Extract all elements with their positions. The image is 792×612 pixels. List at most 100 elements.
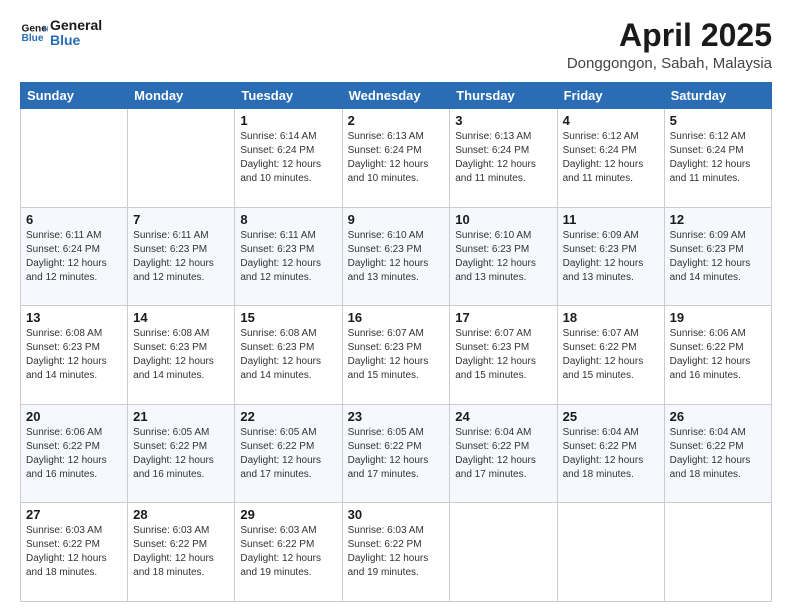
logo: General Blue General Blue — [20, 18, 102, 49]
day-info: Sunrise: 6:05 AM Sunset: 6:22 PM Dayligh… — [348, 426, 445, 482]
day-number: 2 — [348, 113, 445, 128]
day-info: Sunrise: 6:10 AM Sunset: 6:23 PM Dayligh… — [455, 229, 551, 285]
subtitle: Donggongon, Sabah, Malaysia — [567, 55, 772, 72]
day-info: Sunrise: 6:11 AM Sunset: 6:23 PM Dayligh… — [133, 229, 229, 285]
day-info: Sunrise: 6:13 AM Sunset: 6:24 PM Dayligh… — [455, 130, 551, 186]
day-info: Sunrise: 6:09 AM Sunset: 6:23 PM Dayligh… — [670, 229, 766, 285]
calendar-cell: 20 Sunrise: 6:06 AM Sunset: 6:22 PM Dayli… — [21, 404, 128, 503]
calendar-cell: 26 Sunrise: 6:04 AM Sunset: 6:22 PM Dayli… — [664, 404, 771, 503]
day-info: Sunrise: 6:12 AM Sunset: 6:24 PM Dayligh… — [563, 130, 659, 186]
calendar-cell: 2Sunrise: 6:13 AM Sunset: 6:24 PM Daylig… — [342, 109, 450, 208]
day-number: 27 — [26, 507, 122, 522]
calendar-cell — [21, 109, 128, 208]
day-number: 15 — [240, 310, 336, 325]
day-info: Sunrise: 6:14 AM Sunset: 6:24 PM Dayligh… — [240, 130, 336, 186]
calendar-week-3: 13 Sunrise: 6:08 AM Sunset: 6:23 PM Dayli… — [21, 306, 772, 405]
header-friday: Friday — [557, 83, 664, 109]
calendar-cell — [128, 109, 235, 208]
logo-blue: Blue — [50, 33, 102, 48]
day-info: Sunrise: 6:06 AM Sunset: 6:22 PM Dayligh… — [26, 426, 122, 482]
header: General Blue General Blue April 2025 Don… — [20, 18, 772, 72]
calendar-cell: 11 Sunrise: 6:09 AM Sunset: 6:23 PM Dayli… — [557, 207, 664, 306]
day-number: 18 — [563, 310, 659, 325]
day-info: Sunrise: 6:08 AM Sunset: 6:23 PM Dayligh… — [26, 327, 122, 383]
day-number: 20 — [26, 409, 122, 424]
calendar-cell: 12Sunrise: 6:09 AM Sunset: 6:23 PM Dayli… — [664, 207, 771, 306]
day-number: 8 — [240, 212, 336, 227]
calendar-cell: 14 Sunrise: 6:08 AM Sunset: 6:23 PM Dayli… — [128, 306, 235, 405]
day-info: Sunrise: 6:07 AM Sunset: 6:23 PM Dayligh… — [455, 327, 551, 383]
day-info: Sunrise: 6:11 AM Sunset: 6:23 PM Dayligh… — [240, 229, 336, 285]
day-info: Sunrise: 6:03 AM Sunset: 6:22 PM Dayligh… — [133, 524, 229, 580]
calendar-week-2: 6Sunrise: 6:11 AM Sunset: 6:24 PM Daylig… — [21, 207, 772, 306]
page: General Blue General Blue April 2025 Don… — [0, 0, 792, 612]
day-info: Sunrise: 6:04 AM Sunset: 6:22 PM Dayligh… — [670, 426, 766, 482]
calendar-cell: 16Sunrise: 6:07 AM Sunset: 6:23 PM Dayli… — [342, 306, 450, 405]
day-number: 26 — [670, 409, 766, 424]
day-number: 14 — [133, 310, 229, 325]
calendar-cell: 23 Sunrise: 6:05 AM Sunset: 6:22 PM Dayli… — [342, 404, 450, 503]
day-info: Sunrise: 6:04 AM Sunset: 6:22 PM Dayligh… — [455, 426, 551, 482]
calendar-cell: 28 Sunrise: 6:03 AM Sunset: 6:22 PM Dayli… — [128, 503, 235, 602]
calendar-cell: 24 Sunrise: 6:04 AM Sunset: 6:22 PM Dayli… — [450, 404, 557, 503]
calendar-cell: 1 Sunrise: 6:14 AM Sunset: 6:24 PM Daylig… — [235, 109, 342, 208]
day-number: 1 — [240, 113, 336, 128]
header-monday: Monday — [128, 83, 235, 109]
day-number: 5 — [670, 113, 766, 128]
header-thursday: Thursday — [450, 83, 557, 109]
day-number: 10 — [455, 212, 551, 227]
day-number: 17 — [455, 310, 551, 325]
calendar-cell: 25Sunrise: 6:04 AM Sunset: 6:22 PM Dayli… — [557, 404, 664, 503]
header-wednesday: Wednesday — [342, 83, 450, 109]
day-info: Sunrise: 6:11 AM Sunset: 6:24 PM Dayligh… — [26, 229, 122, 285]
day-info: Sunrise: 6:08 AM Sunset: 6:23 PM Dayligh… — [240, 327, 336, 383]
calendar-cell: 15 Sunrise: 6:08 AM Sunset: 6:23 PM Dayli… — [235, 306, 342, 405]
calendar-week-1: 1 Sunrise: 6:14 AM Sunset: 6:24 PM Daylig… — [21, 109, 772, 208]
calendar-cell — [557, 503, 664, 602]
calendar-cell: 7 Sunrise: 6:11 AM Sunset: 6:23 PM Daylig… — [128, 207, 235, 306]
calendar-cell: 18Sunrise: 6:07 AM Sunset: 6:22 PM Dayli… — [557, 306, 664, 405]
calendar-cell: 10 Sunrise: 6:10 AM Sunset: 6:23 PM Dayli… — [450, 207, 557, 306]
calendar-cell: 5 Sunrise: 6:12 AM Sunset: 6:24 PM Daylig… — [664, 109, 771, 208]
calendar-table: Sunday Monday Tuesday Wednesday Thursday… — [20, 82, 772, 602]
day-number: 30 — [348, 507, 445, 522]
day-number: 28 — [133, 507, 229, 522]
day-info: Sunrise: 6:03 AM Sunset: 6:22 PM Dayligh… — [240, 524, 336, 580]
day-number: 29 — [240, 507, 336, 522]
calendar-cell: 30 Sunrise: 6:03 AM Sunset: 6:22 PM Dayli… — [342, 503, 450, 602]
calendar-cell: 4 Sunrise: 6:12 AM Sunset: 6:24 PM Daylig… — [557, 109, 664, 208]
day-info: Sunrise: 6:03 AM Sunset: 6:22 PM Dayligh… — [26, 524, 122, 580]
day-info: Sunrise: 6:10 AM Sunset: 6:23 PM Dayligh… — [348, 229, 445, 285]
calendar-week-4: 20 Sunrise: 6:06 AM Sunset: 6:22 PM Dayli… — [21, 404, 772, 503]
title-block: April 2025 Donggongon, Sabah, Malaysia — [567, 18, 772, 72]
day-number: 7 — [133, 212, 229, 227]
day-info: Sunrise: 6:03 AM Sunset: 6:22 PM Dayligh… — [348, 524, 445, 580]
day-number: 9 — [348, 212, 445, 227]
day-number: 3 — [455, 113, 551, 128]
day-info: Sunrise: 6:12 AM Sunset: 6:24 PM Dayligh… — [670, 130, 766, 186]
calendar-cell: 22 Sunrise: 6:05 AM Sunset: 6:22 PM Dayli… — [235, 404, 342, 503]
day-number: 13 — [26, 310, 122, 325]
header-saturday: Saturday — [664, 83, 771, 109]
day-number: 21 — [133, 409, 229, 424]
day-number: 24 — [455, 409, 551, 424]
calendar-cell: 6Sunrise: 6:11 AM Sunset: 6:24 PM Daylig… — [21, 207, 128, 306]
day-number: 22 — [240, 409, 336, 424]
calendar-cell: 13 Sunrise: 6:08 AM Sunset: 6:23 PM Dayli… — [21, 306, 128, 405]
calendar-cell — [664, 503, 771, 602]
day-info: Sunrise: 6:07 AM Sunset: 6:23 PM Dayligh… — [348, 327, 445, 383]
day-number: 4 — [563, 113, 659, 128]
day-info: Sunrise: 6:08 AM Sunset: 6:23 PM Dayligh… — [133, 327, 229, 383]
day-number: 23 — [348, 409, 445, 424]
calendar-cell: 8 Sunrise: 6:11 AM Sunset: 6:23 PM Daylig… — [235, 207, 342, 306]
day-number: 19 — [670, 310, 766, 325]
calendar-cell — [450, 503, 557, 602]
day-number: 11 — [563, 212, 659, 227]
calendar-cell: 3 Sunrise: 6:13 AM Sunset: 6:24 PM Daylig… — [450, 109, 557, 208]
svg-text:Blue: Blue — [22, 33, 44, 44]
day-info: Sunrise: 6:05 AM Sunset: 6:22 PM Dayligh… — [240, 426, 336, 482]
day-info: Sunrise: 6:09 AM Sunset: 6:23 PM Dayligh… — [563, 229, 659, 285]
calendar-week-5: 27 Sunrise: 6:03 AM Sunset: 6:22 PM Dayli… — [21, 503, 772, 602]
calendar-cell: 9 Sunrise: 6:10 AM Sunset: 6:23 PM Daylig… — [342, 207, 450, 306]
calendar-cell: 19Sunrise: 6:06 AM Sunset: 6:22 PM Dayli… — [664, 306, 771, 405]
